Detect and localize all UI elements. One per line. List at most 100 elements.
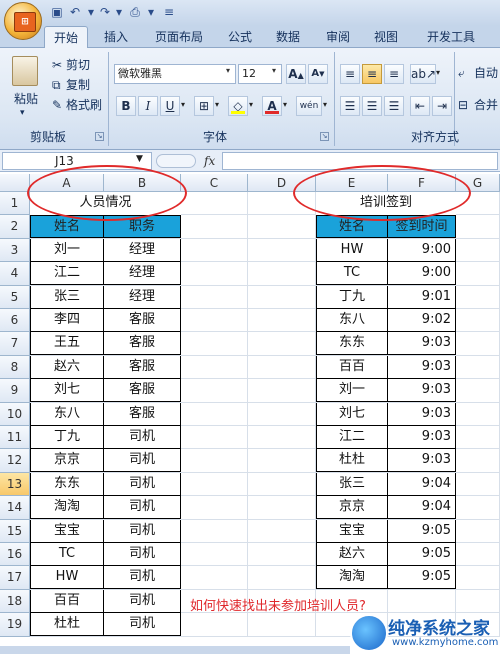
font-color-icon[interactable]: A [262,96,282,116]
table-cell[interactable]: 经理 [104,238,181,262]
phonetic-guide-button[interactable]: wén [296,96,322,116]
table-cell[interactable]: 9:02 [388,309,456,332]
table-cell[interactable]: 9:05 [388,566,456,590]
table-cell[interactable]: 经理 [104,285,181,309]
tab-review[interactable]: 审阅 [318,26,358,48]
table-cell[interactable]: 东东 [316,332,388,356]
align-bottom-icon[interactable]: ≡ [384,64,404,84]
table-cell[interactable]: 王五 [30,332,104,356]
orientation-icon[interactable]: ab↗ [410,64,436,84]
customize-icon[interactable]: ≡ [160,3,178,21]
table-cell[interactable]: 司机 [104,589,181,613]
table-cell[interactable]: 杜杜 [316,449,388,473]
row-header[interactable]: 3 [0,238,30,263]
orientation-dropdown-icon[interactable]: ▾ [436,68,440,77]
row-header[interactable]: 9 [0,379,30,403]
row-header[interactable]: 16 [0,543,30,567]
row-header[interactable]: 6 [0,309,30,333]
tab-insert[interactable]: 插入 [96,26,136,48]
table-cell[interactable]: 百百 [30,589,104,613]
table-cell[interactable]: 9:03 [388,449,456,473]
table-cell[interactable]: 江二 [316,426,388,449]
paste-dropdown-icon[interactable]: ▾ [20,104,25,122]
table-cell[interactable]: 赵六 [30,355,104,379]
tab-data[interactable]: 数据 [268,26,308,48]
row-header[interactable]: 17 [0,566,30,590]
align-center-icon[interactable]: ☰ [362,96,382,116]
italic-button[interactable]: I [138,96,158,116]
table-cell[interactable]: 宝宝 [30,519,104,543]
table-cell[interactable]: 张三 [30,285,104,309]
table-cell[interactable]: 9:00 [388,262,456,286]
row-header[interactable]: 5 [0,285,30,309]
column-header[interactable]: C [181,174,248,192]
table-cell[interactable]: 司机 [104,519,181,543]
align-right-icon[interactable]: ☰ [384,96,404,116]
table-cell[interactable]: 9:00 [388,238,456,262]
tab-home[interactable]: 开始 [44,26,88,48]
name-box-dropdown-icon[interactable]: ▼ [136,154,143,164]
row-header[interactable]: 14 [0,496,30,520]
table-cell[interactable]: 9:04 [388,472,456,496]
table-cell[interactable]: 刘七 [316,402,388,426]
table-cell[interactable]: TC [30,543,104,566]
print-preview-dropdown-icon[interactable]: ▾ [142,3,160,21]
table-cell[interactable]: 东八 [30,402,104,426]
font-size-dropdown-icon[interactable]: ▾ [272,66,276,75]
tab-developer[interactable]: 开发工具 [418,26,484,48]
font-launcher-icon[interactable]: ↘ [320,132,329,141]
borders-dropdown-icon[interactable]: ▾ [215,100,219,109]
table-cell[interactable]: 客服 [104,355,181,379]
table-cell[interactable]: 9:01 [388,285,456,309]
phonetic-dropdown-icon[interactable]: ▾ [323,100,327,109]
wrap-text-button[interactable]: 自动 [474,64,498,82]
font-name-input[interactable]: 微软雅黑 [114,64,236,84]
row-header[interactable]: 18 [0,589,30,614]
underline-button[interactable]: U [160,96,180,116]
table-cell[interactable]: 江二 [30,262,104,286]
table-cell[interactable]: 京京 [30,449,104,473]
underline-dropdown-icon[interactable]: ▾ [181,100,185,109]
table-cell[interactable]: 客服 [104,309,181,332]
font-name-dropdown-icon[interactable]: ▾ [226,66,230,75]
table-cell[interactable]: 刘一 [316,379,388,403]
align-top-icon[interactable]: ≡ [340,64,360,84]
table-cell[interactable]: 丁九 [30,426,104,449]
shrink-font-icon[interactable]: A▼ [308,64,328,84]
table-cell[interactable]: 刘一 [30,238,104,262]
table-cell[interactable]: 9:03 [388,402,456,426]
paste-button[interactable]: 粘贴 [14,90,38,108]
table-cell[interactable]: 经理 [104,262,181,286]
row-header[interactable]: 15 [0,519,30,543]
table-cell[interactable]: 司机 [104,566,181,590]
row-header[interactable]: 10 [0,402,30,426]
merge-center-button[interactable]: 合并 [474,96,498,114]
tab-page-layout[interactable]: 页面布局 [146,26,212,48]
align-left-icon[interactable]: ☰ [340,96,360,116]
table-cell[interactable]: 东八 [316,309,388,332]
table-cell[interactable]: 司机 [104,496,181,520]
table-cell[interactable]: 司机 [104,426,181,449]
row-header[interactable]: 4 [0,262,30,286]
table-cell[interactable]: HW [316,238,388,262]
table-cell[interactable]: 司机 [104,449,181,473]
table-cell[interactable]: 客服 [104,379,181,403]
save-icon[interactable]: ▣ [48,3,66,21]
table-cell[interactable]: 李四 [30,309,104,332]
table-cell[interactable]: 刘七 [30,379,104,403]
table-cell[interactable]: 百百 [316,355,388,379]
tab-view[interactable]: 视图 [366,26,406,48]
format-painter-button[interactable]: 格式刷 [66,96,102,114]
table-cell[interactable]: 杜杜 [30,613,104,637]
select-all-corner[interactable] [0,174,30,192]
table-cell[interactable]: TC [316,262,388,286]
merge-center-icon[interactable]: ⊟ [458,96,468,114]
copy-button[interactable]: 复制 [66,76,90,94]
table-cell[interactable]: 司机 [104,613,181,637]
tab-formulas[interactable]: 公式 [220,26,260,48]
row-header[interactable]: 2 [0,215,30,239]
formula-bar-resize-handle[interactable] [156,154,196,168]
copy-icon[interactable]: ⧉ [52,76,61,94]
cut-button[interactable]: 剪切 [66,56,90,74]
table-cell[interactable]: 9:03 [388,332,456,356]
